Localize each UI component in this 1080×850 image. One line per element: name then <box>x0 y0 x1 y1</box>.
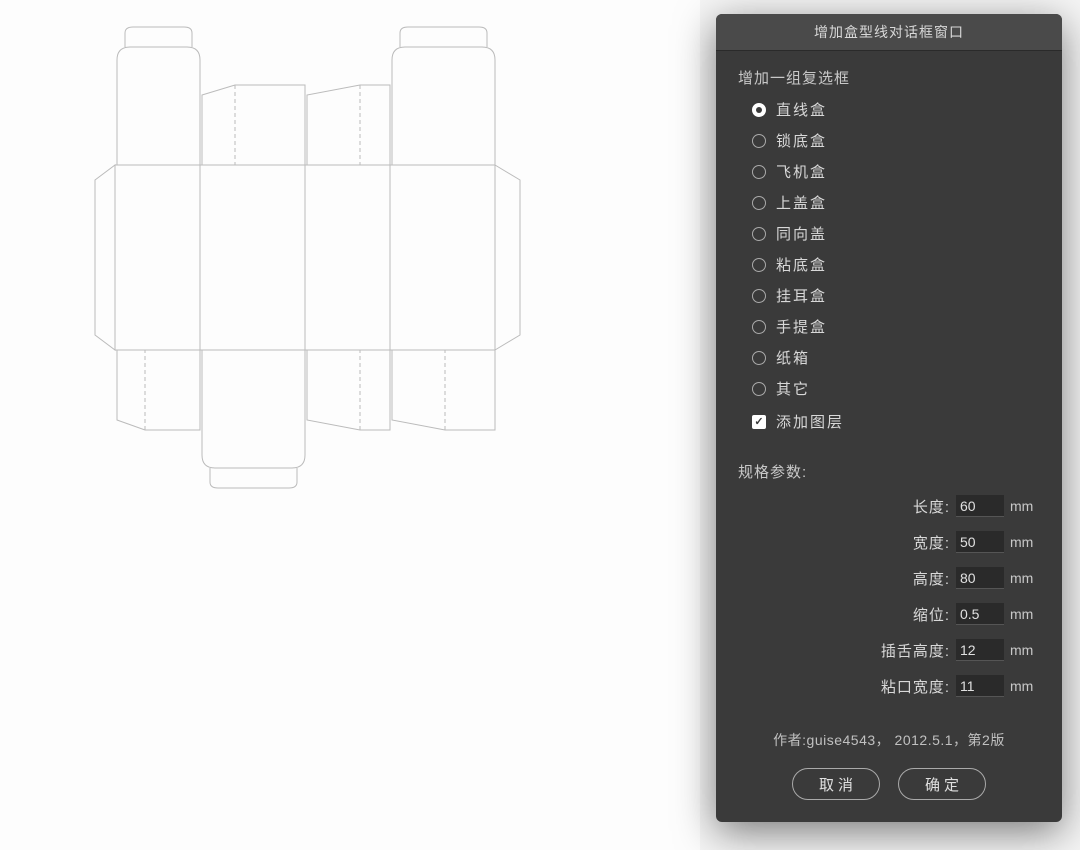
param-unit: mm <box>1010 498 1040 514</box>
radio-label: 直线盒 <box>776 99 827 120</box>
param-unit: mm <box>1010 642 1040 658</box>
canvas-area <box>0 0 700 850</box>
radio-label: 上盖盒 <box>776 192 827 213</box>
param-label: 缩位: <box>913 604 950 625</box>
radio-other[interactable]: 其它 <box>752 373 1040 404</box>
radio-toplid-box[interactable]: 上盖盒 <box>752 187 1040 218</box>
radio-airplane-box[interactable]: 飞机盒 <box>752 156 1040 187</box>
radio-icon <box>752 165 766 179</box>
param-label: 宽度: <box>913 532 950 553</box>
param-row-length: 长度: mm <box>738 488 1040 524</box>
radio-handle-box[interactable]: 手提盒 <box>752 311 1040 342</box>
radio-icon <box>752 227 766 241</box>
radio-icon <box>752 134 766 148</box>
box-type-radio-group: 直线盒 锁底盒 飞机盒 上盖盒 同向盖 粘底盒 <box>738 94 1040 404</box>
param-label: 插舌高度: <box>881 640 950 661</box>
height-input[interactable] <box>956 567 1004 589</box>
glue-width-input[interactable] <box>956 675 1004 697</box>
radio-label: 同向盖 <box>776 223 827 244</box>
width-input[interactable] <box>956 531 1004 553</box>
radio-carton[interactable]: 纸箱 <box>752 342 1040 373</box>
param-row-tongue: 插舌高度: mm <box>738 632 1040 668</box>
radio-lockbottom-box[interactable]: 锁底盒 <box>752 125 1040 156</box>
radio-label: 锁底盒 <box>776 130 827 151</box>
shrink-input[interactable] <box>956 603 1004 625</box>
radio-icon <box>752 103 766 117</box>
radio-label: 挂耳盒 <box>776 285 827 306</box>
param-row-gluewidth: 粘口宽度: mm <box>738 668 1040 704</box>
radio-earhang-box[interactable]: 挂耳盒 <box>752 280 1040 311</box>
radio-icon <box>752 351 766 365</box>
params-section: 规格参数: 长度: mm 宽度: mm 高度: mm 缩位: mm <box>738 461 1040 704</box>
param-unit: mm <box>1010 534 1040 550</box>
length-input[interactable] <box>956 495 1004 517</box>
param-label: 高度: <box>913 568 950 589</box>
checkbox-icon: ✓ <box>752 415 766 429</box>
button-row: 取消 确定 <box>738 768 1040 800</box>
ok-button[interactable]: 确定 <box>898 768 986 800</box>
params-label: 规格参数: <box>738 461 1040 482</box>
box-dialog-panel: 增加盒型线对话框窗口 增加一组复选框 直线盒 锁底盒 飞机盒 上盖盒 <box>716 14 1062 822</box>
radio-straight-box[interactable]: 直线盒 <box>752 94 1040 125</box>
radio-icon <box>752 258 766 272</box>
group-label: 增加一组复选框 <box>738 67 1040 88</box>
param-row-shrink: 缩位: mm <box>738 596 1040 632</box>
param-label: 粘口宽度: <box>881 676 950 697</box>
radio-label: 飞机盒 <box>776 161 827 182</box>
cancel-button[interactable]: 取消 <box>792 768 880 800</box>
param-unit: mm <box>1010 606 1040 622</box>
radio-icon <box>752 382 766 396</box>
radio-sameface-lid[interactable]: 同向盖 <box>752 218 1040 249</box>
author-info: 作者:guise4543， 2012.5.1，第2版 <box>738 730 1040 750</box>
radio-label: 手提盒 <box>776 316 827 337</box>
box-dieline-diagram <box>75 25 635 505</box>
radio-label: 纸箱 <box>776 347 810 368</box>
radio-icon <box>752 289 766 303</box>
checkbox-label: 添加图层 <box>776 411 844 432</box>
radio-icon <box>752 196 766 210</box>
radio-label: 其它 <box>776 378 810 399</box>
dialog-title: 增加盒型线对话框窗口 <box>716 14 1062 51</box>
tongue-height-input[interactable] <box>956 639 1004 661</box>
param-unit: mm <box>1010 678 1040 694</box>
param-row-height: 高度: mm <box>738 560 1040 596</box>
param-label: 长度: <box>913 496 950 517</box>
param-row-width: 宽度: mm <box>738 524 1040 560</box>
dialog-body: 增加一组复选框 直线盒 锁底盒 飞机盒 上盖盒 同向盖 <box>716 51 1062 822</box>
radio-label: 粘底盒 <box>776 254 827 275</box>
param-unit: mm <box>1010 570 1040 586</box>
radio-icon <box>752 320 766 334</box>
add-layer-checkbox[interactable]: ✓ 添加图层 <box>738 406 1040 437</box>
radio-gluebottom-box[interactable]: 粘底盒 <box>752 249 1040 280</box>
